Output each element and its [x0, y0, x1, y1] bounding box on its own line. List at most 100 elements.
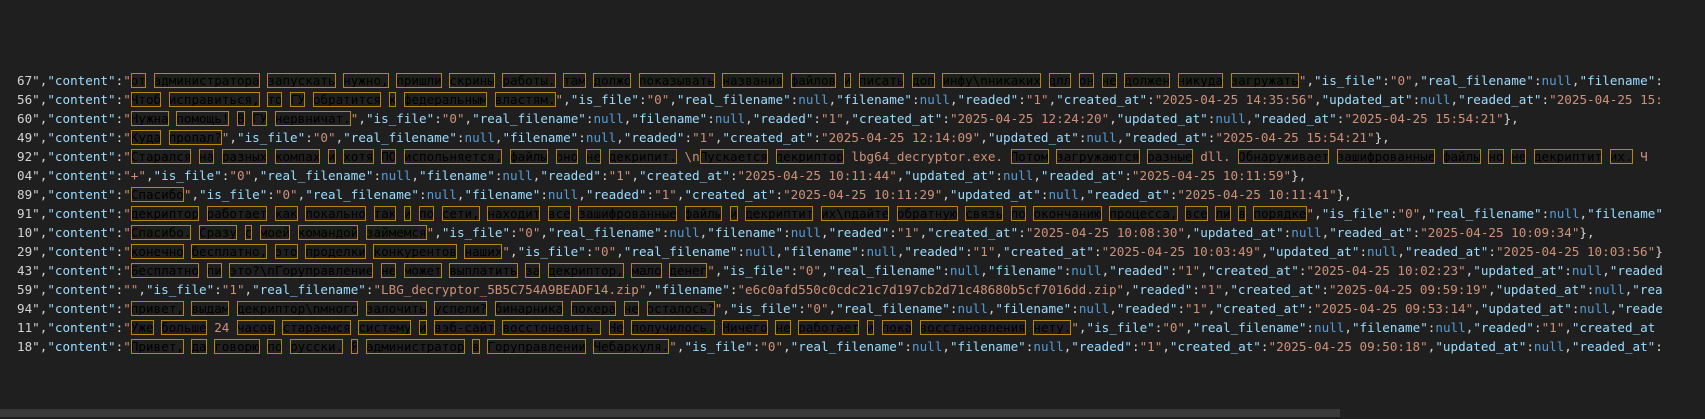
code-line[interactable]: 11","content":"Уже больше 24 часов стара… — [17, 318, 1687, 337]
code-token: null — [1533, 339, 1565, 354]
code-token: 29", — [17, 244, 48, 259]
highlighted-word: не — [1511, 149, 1527, 164]
code-token: null — [912, 339, 943, 354]
code-token: : — [813, 130, 821, 145]
horizontal-scrollbar-thumb[interactable] — [0, 409, 1340, 417]
highlighted-word: названия — [722, 73, 784, 88]
code-token: null — [714, 111, 746, 126]
code-line[interactable]: 91","content":"декриптор работает как ло… — [17, 204, 1687, 223]
code-token: "filename" — [502, 130, 579, 145]
highlighted-word: то — [267, 92, 283, 107]
code-token: "readed_at" — [1124, 130, 1208, 145]
code-line[interactable]: 29","content":"конечно бесплатно, это пр… — [17, 242, 1687, 261]
code-token: : — [965, 244, 973, 259]
code-line[interactable]: 59","content":"","is_file":"1","real_fil… — [17, 280, 1687, 299]
highlighted-word: Сразу — [199, 225, 237, 240]
code-token: "content" — [47, 263, 116, 278]
vertical-scrollbar[interactable] — [1691, 0, 1705, 419]
highlighted-word: Привет, — [130, 339, 184, 354]
code-token: "filename" — [836, 92, 913, 107]
code-token: "1" — [692, 130, 715, 145]
highlighted-word: не — [623, 301, 639, 316]
code-token: "0" — [441, 111, 465, 126]
code-token: , — [464, 111, 473, 126]
highlighted-word: как — [274, 206, 298, 221]
highlighted-word: ПО — [381, 149, 397, 164]
highlighted-word: файлы — [1442, 149, 1481, 164]
code-token: 11", — [17, 320, 48, 335]
code-token: null — [798, 92, 829, 107]
code-token: : — [1655, 73, 1663, 88]
highlighted-word: и — [328, 149, 336, 164]
code-token: 60", — [17, 111, 48, 126]
code-token: , — [646, 282, 655, 297]
code-line[interactable]: 49","content":"Куда пропал?","is_file":"… — [17, 128, 1687, 147]
code-token: "is_file" — [365, 111, 435, 126]
code-token: : — [1124, 168, 1132, 183]
code-token: , — [980, 130, 988, 145]
code-token: "2025-04-25 10:02:23" — [1306, 263, 1466, 278]
code-token: : — [540, 187, 548, 202]
code-line[interactable]: 18","content":"Привет, да говорю по русс… — [17, 337, 1687, 356]
highlighted-word: разные — [1147, 149, 1193, 164]
code-token: : — [305, 130, 313, 145]
code-token: "real_filename" — [1192, 320, 1307, 335]
code-token: "real_filename" — [259, 168, 374, 183]
code-token: "real_filename" — [790, 339, 905, 354]
highlighted-word: находит — [487, 206, 541, 221]
code-token: null — [1033, 339, 1064, 354]
code-line[interactable]: 92","content":"Старался на разных компах… — [17, 147, 1687, 166]
code-line[interactable]: 10","content":"Спасибо. Сразу с моей ком… — [17, 223, 1687, 242]
code-token: , — [540, 225, 548, 240]
highlighted-word: никуда — [1177, 73, 1223, 88]
highlighted-word: Спасибо — [130, 187, 184, 202]
highlighted-word: от — [130, 73, 146, 88]
code-token: : — [1192, 282, 1200, 297]
code-line[interactable]: 56","content":"Чтоб исправиться, то ГУ о… — [17, 90, 1687, 109]
highlighted-word: Пускается — [699, 149, 768, 164]
code-line[interactable]: 43","content":"Бесплатно ли это?\nГорупр… — [17, 261, 1687, 280]
json-text-area[interactable]: 67","content":"от администратора запуска… — [17, 71, 1687, 356]
code-token: : — [373, 168, 382, 183]
code-line[interactable]: 94","content": "привет, выдам декриптор\n… — [17, 299, 1687, 318]
code-token: "created_at" — [1056, 92, 1148, 107]
code-line[interactable]: 67","content": "от администратора запуска… — [17, 71, 1687, 90]
highlighted-word: Ничего — [722, 320, 768, 335]
code-token: null — [1071, 263, 1102, 278]
code-token: , — [1314, 206, 1322, 221]
code-token: "0" — [805, 301, 829, 316]
code-token: null — [1002, 168, 1034, 183]
highlighted-word: локально — [305, 206, 366, 221]
code-line[interactable]: 89","content":"Спасибо","is_file":"0","r… — [17, 185, 1687, 204]
horizontal-scrollbar[interactable] — [0, 405, 1687, 419]
code-token: "0" — [229, 168, 253, 183]
code-line[interactable]: 60","content": "Нужна помощь! В ГУ нервни… — [17, 109, 1687, 128]
code-token: "2025-04-25 15:54:21" — [1344, 111, 1504, 126]
code-editor[interactable]: 67","content":"от администратора запуска… — [0, 0, 1705, 419]
code-line[interactable]: 04","content":"+","is_file":"0","real_fi… — [17, 166, 1687, 185]
highlighted-word: в — [472, 339, 480, 354]
code-token: "readed" — [623, 130, 685, 145]
code-token: "readed_at" — [1458, 92, 1542, 107]
code-token: "created_at" — [638, 168, 730, 183]
code-token: "is_file" — [153, 168, 222, 183]
highlighted-word: да — [191, 339, 207, 354]
code-token: } — [1655, 244, 1663, 259]
code-token: null — [464, 130, 495, 145]
code-token: "created_at" — [722, 130, 814, 145]
code-token: , — [252, 168, 260, 183]
code-token: "updated_at" — [1192, 225, 1284, 240]
